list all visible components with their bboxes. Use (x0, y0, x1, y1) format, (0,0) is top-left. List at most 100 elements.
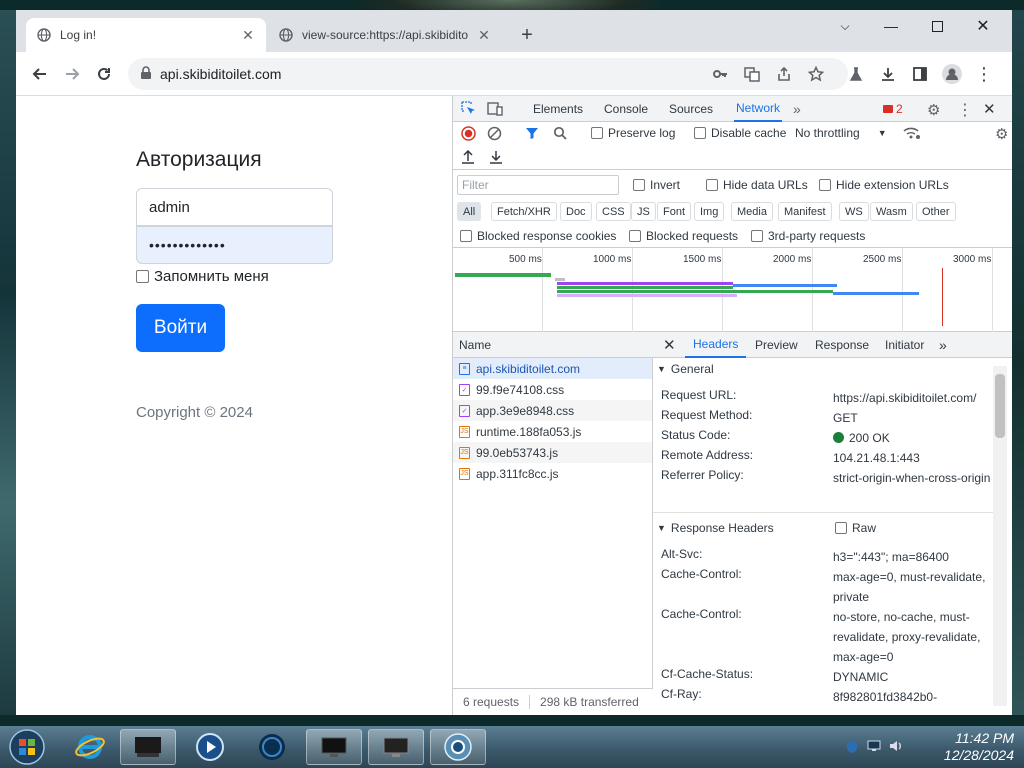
disable-cache-checkbox[interactable] (694, 127, 706, 139)
tab-network[interactable]: Network (734, 96, 783, 122)
blocked-requests-checkbox[interactable] (629, 230, 641, 242)
share-icon[interactable] (772, 62, 796, 86)
details-scrollbar[interactable] (993, 366, 1007, 706)
blocked-response-cookies[interactable]: Blocked response cookies (460, 229, 616, 243)
request-row[interactable]: JS runtime.188fa053.js (453, 421, 652, 442)
tab-headers[interactable]: Headers (685, 332, 747, 358)
back-icon[interactable] (28, 62, 52, 86)
close-window-button[interactable]: ✕ (960, 10, 1006, 42)
tab-response[interactable]: Response (815, 332, 869, 358)
type-filter-media[interactable]: Media (731, 202, 773, 221)
more-tabs-chevron-icon[interactable]: » (793, 101, 801, 117)
device-toolbar-icon[interactable] (487, 101, 503, 116)
close-details-icon[interactable]: ✕ (663, 332, 676, 358)
maximize-button[interactable] (914, 10, 960, 42)
request-row[interactable]: JS app.311fc8cc.js (453, 463, 652, 484)
media-player-icon[interactable] (182, 729, 238, 765)
tab-elements[interactable]: Elements (533, 96, 583, 122)
tab-login[interactable]: Log in! ✕ (26, 18, 266, 52)
remember-me[interactable]: Запомнить меня (136, 268, 269, 285)
type-filter-img[interactable]: Img (694, 202, 725, 221)
invert-checkbox[interactable] (633, 179, 645, 191)
tab-sources[interactable]: Sources (669, 96, 713, 122)
username-input[interactable]: admin (136, 188, 333, 226)
tab-view-source[interactable]: view-source:https://api.skibidito ✕ (268, 18, 502, 52)
request-row[interactable]: ≡ api.skibiditoilet.com (453, 358, 652, 379)
download-icon[interactable] (876, 62, 900, 86)
side-panel-icon[interactable] (908, 62, 932, 86)
disable-cache[interactable]: Disable cache (694, 126, 786, 140)
menu-kebab-icon[interactable]: ⋮ (972, 62, 996, 86)
close-tab-icon[interactable]: ✕ (476, 27, 492, 44)
taskbar-monitor-icon[interactable] (306, 729, 362, 765)
general-section-header[interactable]: ▼ General (657, 362, 714, 376)
type-filter-all[interactable]: All (457, 202, 482, 221)
type-filter-wasm[interactable]: Wasm (870, 202, 913, 221)
volume-icon[interactable] (889, 740, 903, 752)
throttling-select[interactable]: No throttling ▼ (795, 126, 887, 140)
search-icon[interactable] (553, 126, 567, 140)
remember-checkbox[interactable] (136, 270, 149, 283)
import-har-icon[interactable] (461, 150, 475, 164)
hide-data-urls[interactable]: Hide data URLs (706, 178, 808, 192)
system-clock[interactable]: 11:42 PM 12/28/2024 (914, 730, 1014, 764)
inspect-element-icon[interactable] (461, 101, 476, 116)
settings-gear-icon[interactable]: ⚙ (927, 101, 940, 119)
tab-search-icon[interactable]: ⌵ (822, 10, 868, 42)
hide-extension-urls[interactable]: Hide extension URLs (819, 178, 949, 192)
record-stop-icon[interactable] (461, 126, 476, 141)
new-tab-button[interactable]: + (512, 18, 542, 52)
tab-console[interactable]: Console (604, 96, 648, 122)
network-settings-gear-icon[interactable]: ⚙ (995, 125, 1008, 143)
devtools-menu-icon[interactable]: ⋮ (957, 100, 973, 120)
request-row[interactable]: ✓ app.3e9e8948.css (453, 400, 652, 421)
login-button[interactable]: Войти (136, 304, 225, 352)
issues-badge[interactable]: 2 (883, 102, 903, 116)
translate-icon[interactable] (740, 62, 764, 86)
filter-funnel-icon[interactable] (525, 126, 539, 140)
reload-icon[interactable] (92, 62, 116, 86)
security-shield-icon[interactable] (845, 740, 859, 753)
more-detail-tabs-icon[interactable]: » (939, 332, 947, 358)
export-har-icon[interactable] (489, 150, 503, 164)
type-filter-js[interactable]: JS (631, 202, 656, 221)
third-party-requests[interactable]: 3rd-party requests (751, 229, 865, 243)
close-tab-icon[interactable]: ✕ (240, 27, 256, 44)
scrollbar-thumb[interactable] (995, 374, 1005, 438)
type-filter-other[interactable]: Other (916, 202, 956, 221)
blocked-cookies-checkbox[interactable] (460, 230, 472, 242)
blocked-requests[interactable]: Blocked requests (629, 229, 738, 243)
request-row[interactable]: JS 99.0eb53743.js (453, 442, 652, 463)
type-filter-css[interactable]: CSS (596, 202, 631, 221)
forward-icon[interactable] (60, 62, 84, 86)
hide-extension-urls-checkbox[interactable] (819, 179, 831, 191)
filter-input[interactable]: Filter (457, 175, 619, 195)
response-headers-section-header[interactable]: ▼ Response Headers (657, 521, 774, 535)
close-devtools-icon[interactable]: ✕ (983, 100, 996, 118)
preserve-log[interactable]: Preserve log (591, 126, 675, 140)
type-filter-font[interactable]: Font (657, 202, 692, 221)
labs-flask-icon[interactable] (844, 62, 868, 86)
internet-explorer-icon[interactable] (62, 729, 118, 765)
invert-filter[interactable]: Invert (633, 178, 680, 192)
network-tray-icon[interactable] (867, 740, 881, 752)
raw-toggle[interactable]: Raw (835, 521, 876, 535)
bookmark-star-icon[interactable] (804, 62, 828, 86)
type-filter-ws[interactable]: WS (839, 202, 869, 221)
globe-app-icon[interactable] (244, 729, 300, 765)
tab-initiator[interactable]: Initiator (885, 332, 924, 358)
minimize-button[interactable]: — (868, 10, 914, 42)
request-row[interactable]: ✓ 99.f9e74108.css (453, 379, 652, 400)
type-filter-fetch-xhr[interactable]: Fetch/XHR (491, 202, 557, 221)
type-filter-doc[interactable]: Doc (560, 202, 592, 221)
profile-avatar-icon[interactable] (940, 62, 964, 86)
clear-icon[interactable] (487, 126, 502, 141)
chrome-browser-icon[interactable] (430, 729, 486, 765)
taskbar-app-icon[interactable] (120, 729, 176, 765)
taskbar-screen-icon[interactable] (368, 729, 424, 765)
site-info-icon[interactable] (140, 65, 152, 83)
type-filter-manifest[interactable]: Manifest (778, 202, 832, 221)
raw-checkbox[interactable] (835, 522, 847, 534)
network-conditions-wifi-icon[interactable] (903, 126, 921, 140)
start-button[interactable] (2, 729, 52, 765)
